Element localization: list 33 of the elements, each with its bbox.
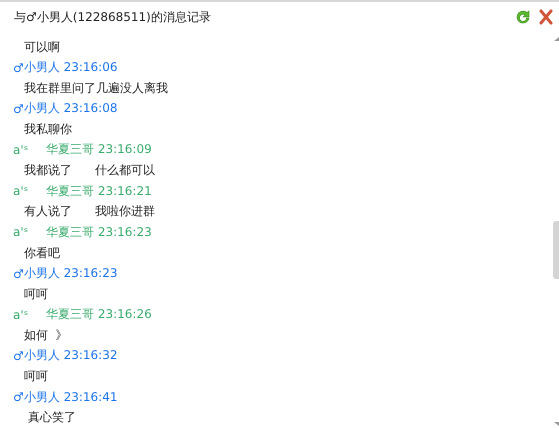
message-text: 呵呵 — [23, 368, 49, 386]
message-text: 有人说了 我啦你进群 — [23, 203, 156, 220]
sender-line: 小男人 23:16:06 — [24, 59, 118, 76]
message-text: 真心笑了 — [26, 409, 77, 426]
sender-symbol: a'ˢ — [13, 142, 30, 157]
message-text: 呵呵 — [23, 286, 49, 303]
sender-symbol: ♂ — [13, 348, 24, 363]
message-text: 如何 》 — [23, 327, 69, 344]
message-text: 可以啊 — [23, 38, 61, 56]
sender-symbol: a'ˢ — [13, 225, 30, 240]
message-text: 我都说了 什么都可以 — [23, 162, 156, 180]
sender-line: 华夏三哥 23:16:21 — [46, 182, 152, 200]
sender-line: 小男人 23:16:08 — [24, 100, 118, 118]
close-icon[interactable] — [539, 9, 553, 26]
scroll-thumb[interactable] — [553, 220, 559, 279]
sender-line: 华夏三哥 23:16:23 — [46, 224, 152, 241]
sender-line: 小男人 23:16:23 — [24, 265, 118, 282]
sender-symbol: ♂ — [13, 102, 24, 116]
message-text: 你看吧 — [23, 244, 61, 262]
sender-symbol: ♂ — [13, 390, 24, 404]
message-text: 我私聊你 — [23, 121, 73, 138]
scroll-up-icon[interactable] — [554, 36, 558, 41]
sender-symbol: ♂ — [13, 60, 24, 75]
sender-symbol: ♂ — [13, 266, 24, 281]
sender-line: 小男人 23:16:41 — [24, 388, 118, 406]
window-title: 与♂小男人(122868511)的消息记录 — [14, 8, 211, 26]
sender-symbol: a'ˢ — [13, 184, 30, 198]
sender-line: 华夏三哥 23:16:09 — [46, 141, 152, 158]
sender-line: 小男人 23:16:32 — [24, 347, 118, 364]
sender-line: 华夏三哥 23:16:26 — [46, 306, 152, 324]
message-text: 我在群里问了几遍没人离我 — [23, 80, 169, 97]
scroll-down-icon[interactable] — [554, 422, 558, 426]
sender-symbol: a'ˢ — [13, 308, 30, 322]
